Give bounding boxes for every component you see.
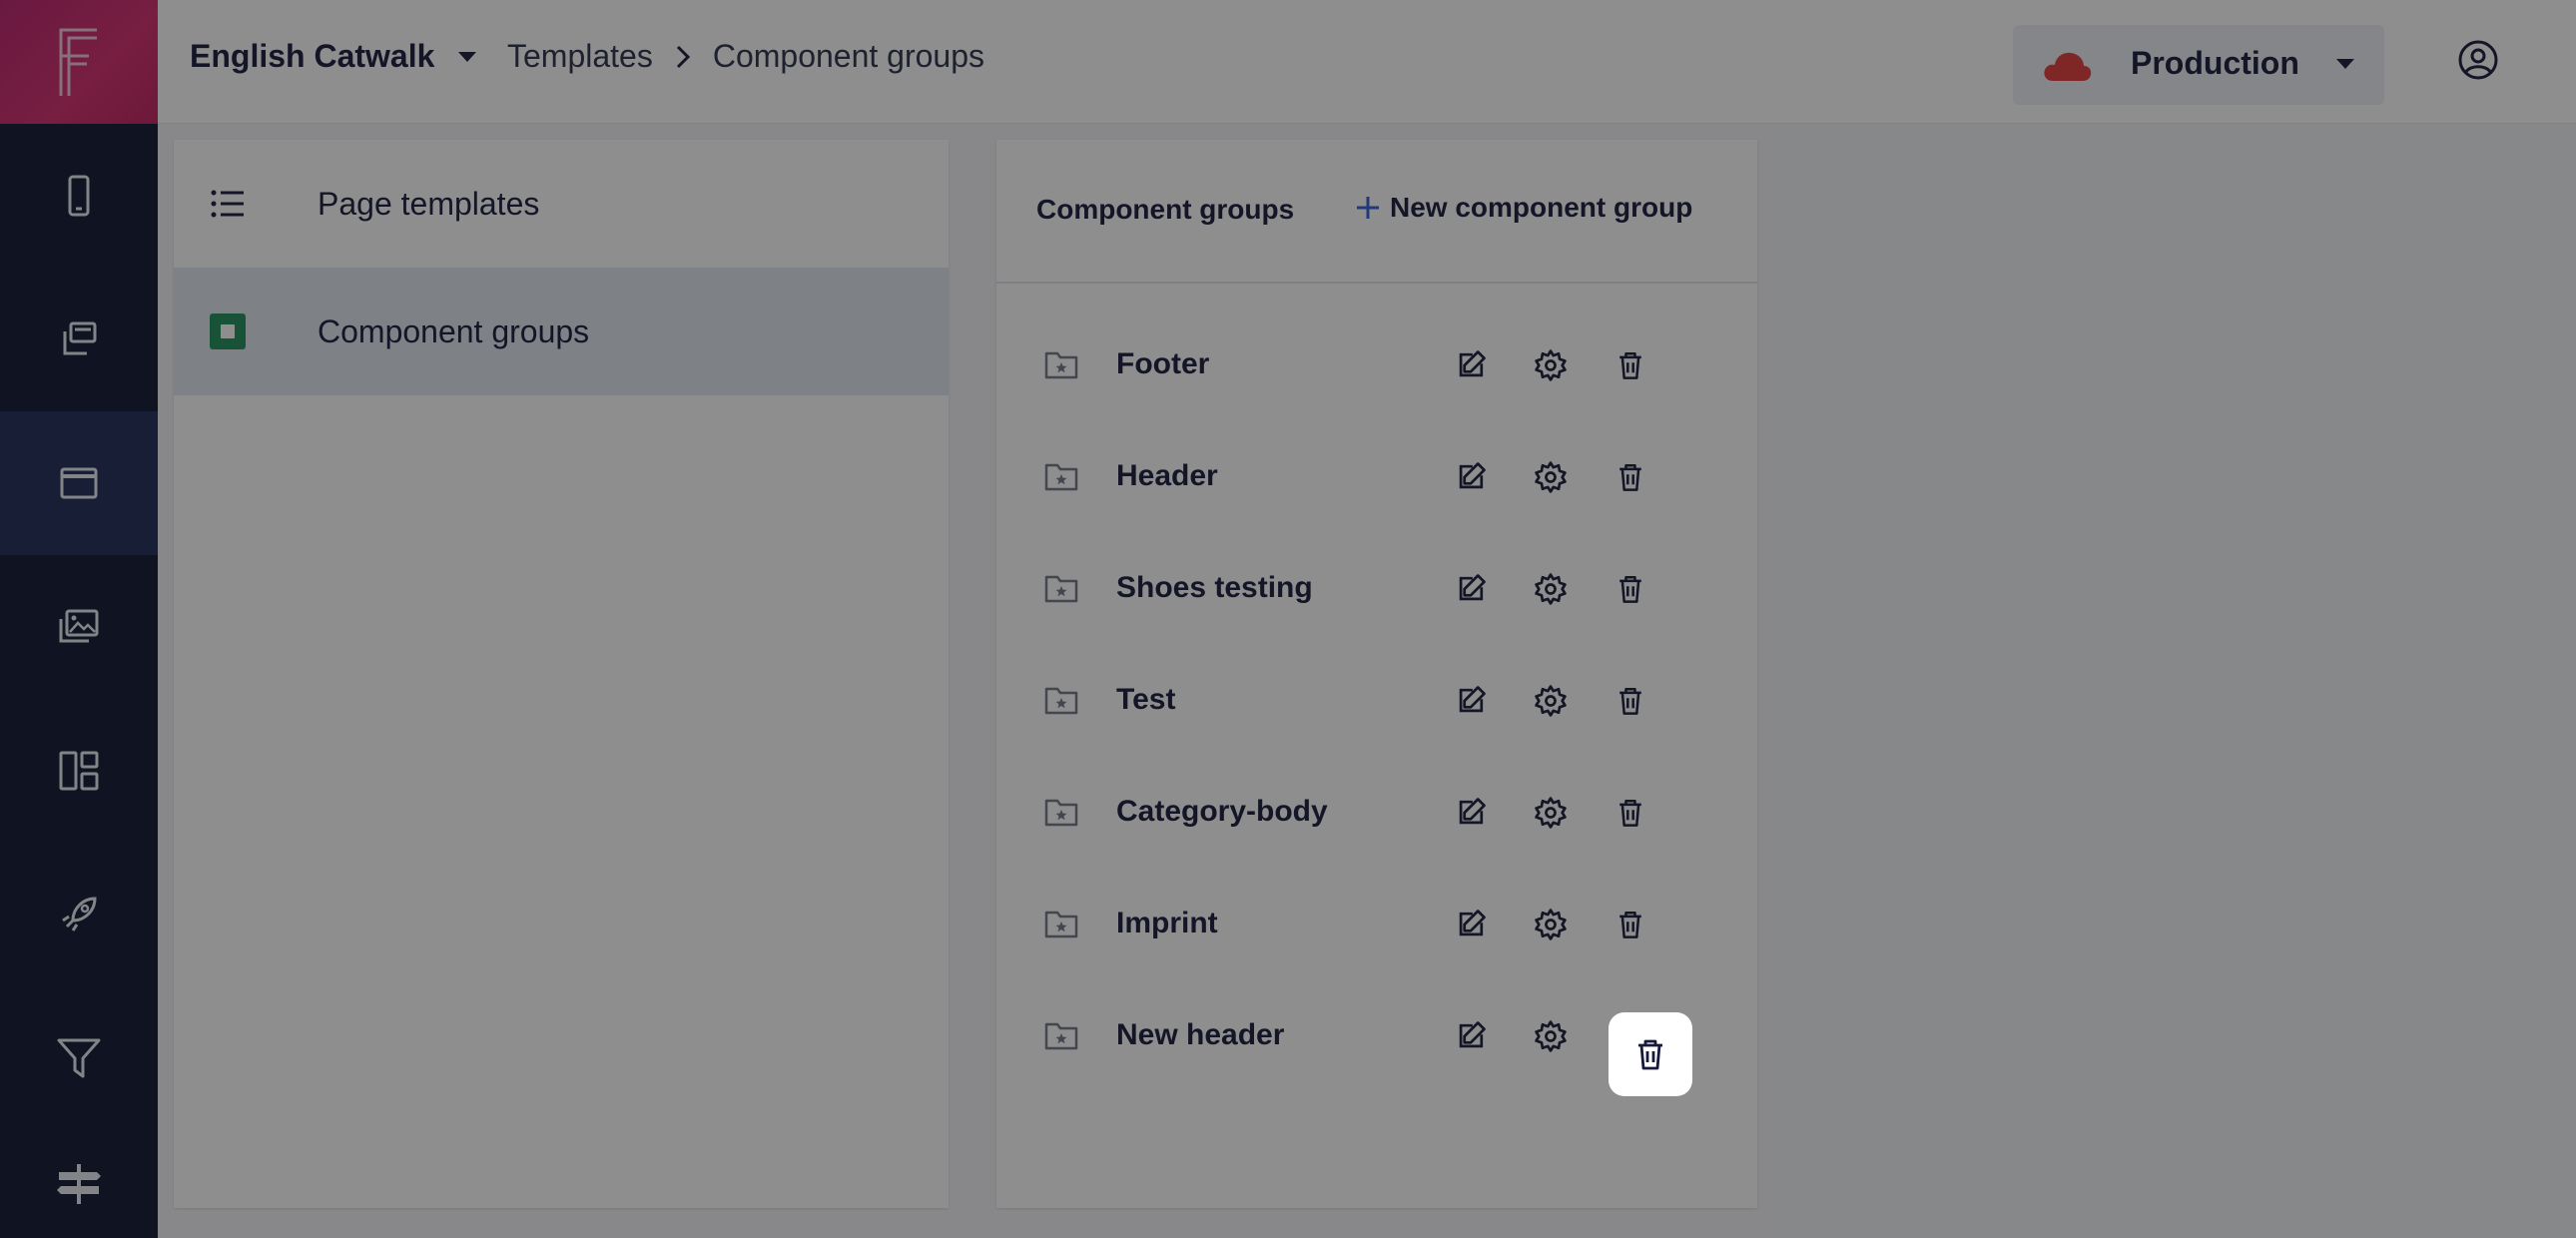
settings-icon[interactable] [1531,569,1571,609]
main-content: Page templates Component groups Componen… [158,124,2576,1238]
edit-icon[interactable] [1451,345,1491,385]
nav-item-component-groups[interactable]: Component groups [174,268,949,395]
chevron-right-icon [676,45,690,68]
top-bar: English Catwalk Templates Component grou… [158,0,2576,124]
plus-icon [1357,197,1379,219]
cloud-icon [2044,52,2092,81]
templates-nav: Page templates Component groups [174,140,949,1208]
trash-icon[interactable] [1610,569,1650,609]
filter-icon [57,1038,101,1078]
trash-icon[interactable] [1610,345,1650,385]
mobile-icon [68,175,90,217]
component-icon [208,311,248,351]
breadcrumb-templates[interactable]: Templates [507,38,653,75]
layout-icon [59,751,99,791]
breadcrumb: Templates Component groups [507,38,984,75]
environment-name: Production [2131,45,2299,81]
settings-icon[interactable] [1531,793,1571,833]
new-component-group-label: New component group [1390,192,1693,223]
component-group-row[interactable]: Category-body [996,757,1757,869]
component-group-name[interactable]: Footer [1116,347,1209,381]
rail-item-filter[interactable] [0,986,158,1130]
side-rail [0,0,158,1238]
rail-item-signpost[interactable] [0,1130,158,1238]
edit-icon[interactable] [1451,905,1491,944]
rail-item-mobile[interactable] [0,124,158,268]
trash-icon[interactable] [1610,793,1650,833]
folder-star-icon [1044,685,1078,715]
component-group-row[interactable]: Test [996,645,1757,757]
project-name: English Catwalk [190,38,435,74]
breadcrumb-current: Component groups [712,38,985,74]
component-group-name[interactable]: Imprint [1116,907,1218,940]
trash-icon [1638,1039,1662,1070]
component-group-name[interactable]: Test [1116,683,1175,717]
rail-item-layout[interactable] [0,699,158,843]
edit-icon[interactable] [1451,1016,1491,1056]
caret-down-icon [2336,59,2354,69]
component-group-row[interactable]: Imprint [996,869,1757,980]
list-icon [208,184,248,224]
caret-down-icon [458,51,477,62]
folder-star-icon [1044,573,1078,603]
edit-icon[interactable] [1451,793,1491,833]
rail-item-rocket[interactable] [0,843,158,986]
signpost-icon [57,1164,101,1204]
component-group-name[interactable]: Shoes testing [1116,571,1313,605]
rail-item-window[interactable] [0,411,158,555]
nav-item-label: Page templates [318,185,540,222]
nav-item-label: Component groups [318,312,590,349]
settings-icon[interactable] [1531,905,1571,944]
rail-item-images[interactable] [0,555,158,699]
folder-star-icon [1044,797,1078,827]
nav-item-page-templates[interactable]: Page templates [174,140,949,268]
folder-star-icon [1044,1020,1078,1050]
window-icon [60,467,98,499]
component-group-row[interactable]: Shoes testing [996,533,1757,645]
folder-star-icon [1044,461,1078,491]
folder-star-icon [1044,349,1078,379]
rail-item-copy[interactable] [0,268,158,411]
highlighted-delete-button[interactable] [1609,1012,1692,1096]
trash-icon[interactable] [1610,681,1650,721]
edit-icon[interactable] [1451,569,1491,609]
trash-icon[interactable] [1610,905,1650,944]
logo-icon [59,28,97,96]
component-group-name[interactable]: Header [1116,459,1218,493]
new-component-group-button[interactable]: New component group [1354,192,1692,224]
images-icon [59,609,99,643]
copy-icon [63,321,97,355]
trash-icon[interactable] [1610,457,1650,497]
component-group-row[interactable]: Footer [996,310,1757,421]
panel-header: Component groups New component group [996,140,1757,284]
edit-icon[interactable] [1451,681,1491,721]
environment-selector[interactable]: Production [2013,25,2384,105]
project-switcher[interactable]: English Catwalk [190,38,478,75]
rocket-icon [62,897,97,931]
settings-icon[interactable] [1531,681,1571,721]
component-group-row[interactable]: Header [996,421,1757,533]
panel-title: Component groups [1036,194,1295,225]
settings-icon[interactable] [1531,1016,1571,1056]
user-icon [2458,40,2498,80]
edit-icon[interactable] [1451,457,1491,497]
component-group-name[interactable]: Category-body [1116,795,1328,829]
settings-icon[interactable] [1531,457,1571,497]
settings-icon[interactable] [1531,345,1571,385]
app-logo[interactable] [0,0,158,124]
user-account-button[interactable] [2454,36,2502,84]
folder-star-icon [1044,909,1078,938]
component-group-name[interactable]: New header [1116,1018,1284,1052]
